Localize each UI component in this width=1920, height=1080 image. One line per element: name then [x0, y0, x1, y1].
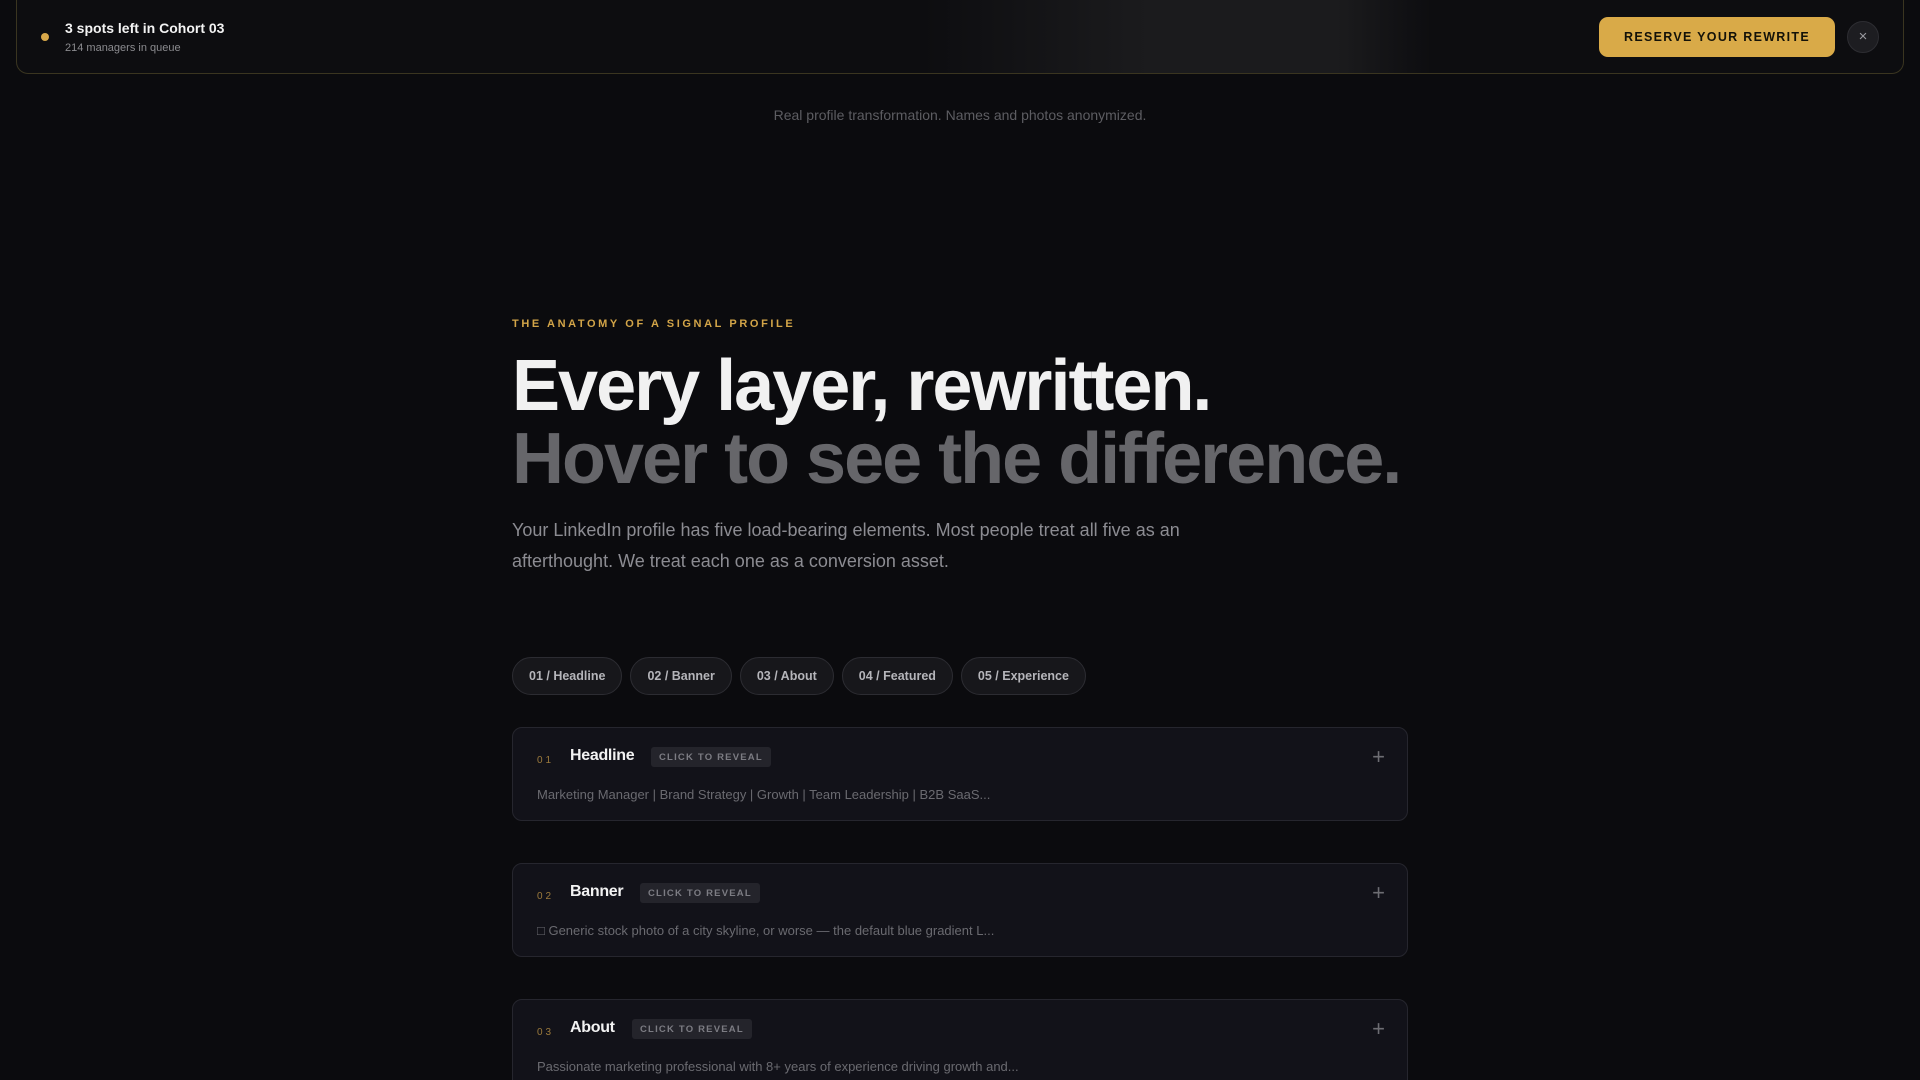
reveal-card-banner[interactable]: 02 Banner CLICK TO REVEAL + □ Generic st… — [512, 863, 1408, 957]
headline-primary: Every layer, rewritten. — [512, 346, 1212, 426]
close-icon[interactable]: × — [1847, 20, 1879, 53]
card-preview: Marketing Manager | Brand Strategy | Gro… — [537, 787, 991, 802]
card-title: About — [570, 1019, 615, 1036]
expand-plus-icon[interactable]: + — [1372, 744, 1385, 770]
headline-secondary: Hover to see the difference. — [512, 419, 1402, 499]
expand-plus-icon[interactable]: + — [1372, 880, 1385, 906]
card-preview: □ Generic stock photo of a city skyline,… — [537, 923, 995, 938]
section-lead: Your LinkedIn profile has five load-bear… — [512, 520, 1180, 571]
click-to-reveal-badge: CLICK TO REVEAL — [651, 747, 771, 767]
notification-title: 3 spots left in Cohort 03 — [65, 19, 225, 36]
transformation-caption: Real profile transformation. Names and p… — [773, 107, 1147, 123]
expand-plus-icon[interactable]: + — [1372, 1016, 1385, 1042]
card-title: Headline — [570, 747, 635, 764]
status-dot-icon — [41, 32, 49, 41]
tab-headline[interactable]: 01 / Headline — [512, 657, 623, 695]
cohort-notification-bar: 3 spots left in Cohort 03 214 managers i… — [16, 0, 1904, 74]
section-tabs: 01 / Headline 02 / Banner 03 / About 04 … — [512, 657, 1086, 695]
card-number: 01 — [537, 755, 555, 766]
reveal-card-about[interactable]: 03 About CLICK TO REVEAL + Passionate ma… — [512, 999, 1408, 1080]
tab-about[interactable]: 03 / About — [739, 657, 834, 695]
reserve-rewrite-button[interactable]: RESERVE YOUR REWRITE — [1599, 16, 1835, 57]
card-title: Banner — [570, 883, 624, 900]
card-preview: Passionate marketing professional with 8… — [537, 1059, 1019, 1074]
card-number: 03 — [537, 1027, 555, 1038]
reveal-card-headline[interactable]: 01 Headline CLICK TO REVEAL + Marketing … — [512, 727, 1408, 821]
click-to-reveal-badge: CLICK TO REVEAL — [640, 883, 760, 903]
tab-featured[interactable]: 04 / Featured — [841, 657, 953, 695]
tab-banner[interactable]: 02 / Banner — [630, 657, 732, 695]
tab-experience[interactable]: 05 / Experience — [960, 657, 1086, 695]
section-eyebrow: THE ANATOMY OF A SIGNAL PROFILE — [512, 318, 796, 330]
notification-text: 3 spots left in Cohort 03 214 managers i… — [65, 20, 224, 54]
click-to-reveal-badge: CLICK TO REVEAL — [632, 1019, 752, 1039]
notification-subtitle: 214 managers in queue — [65, 41, 181, 54]
card-number: 02 — [537, 891, 555, 902]
